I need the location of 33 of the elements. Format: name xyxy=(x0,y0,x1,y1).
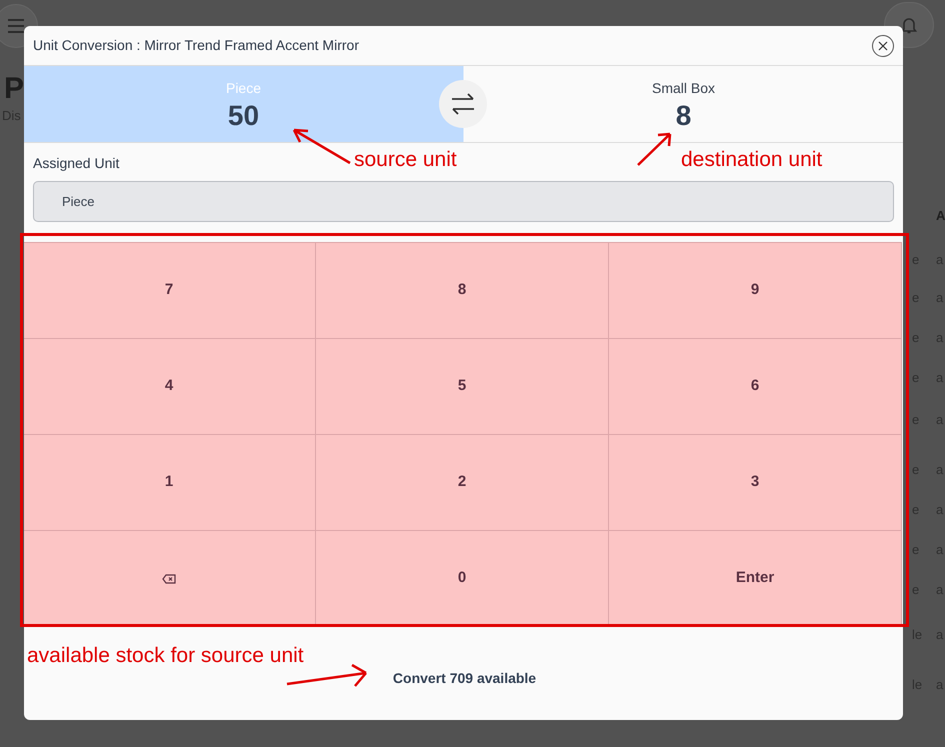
digit-key[interactable]: 8 xyxy=(316,243,609,339)
annotation-label: source unit xyxy=(354,147,457,173)
dialog-title: Unit Conversion : Mirror Trend Framed Accent Mirror xyxy=(33,36,359,55)
digit-key[interactable]: 7 xyxy=(24,243,316,339)
annotation-label: available stock for source unit xyxy=(27,643,304,669)
backspace-icon xyxy=(162,574,176,584)
unit-name: Piece xyxy=(226,79,262,98)
menu-icon xyxy=(7,19,25,33)
annotation-arrow xyxy=(636,131,674,167)
unit-panel[interactable]: Piece 50 xyxy=(24,66,439,142)
digit-key[interactable]: 5 xyxy=(316,339,609,435)
swap-icon xyxy=(450,93,476,115)
digit-key[interactable]: 0 xyxy=(316,531,609,627)
available-stock: Convert 709 available xyxy=(392,669,536,688)
digit-key[interactable]: 9 xyxy=(609,243,902,339)
unit-value: 8 xyxy=(676,99,692,133)
enter-key[interactable]: Enter xyxy=(609,531,902,627)
bell-icon xyxy=(901,16,917,34)
backspace-key[interactable] xyxy=(24,531,316,627)
close-icon xyxy=(878,40,888,50)
digit-key[interactable]: 3 xyxy=(609,435,902,531)
unit-value: 50 xyxy=(228,99,260,133)
annotation-label: destination unit xyxy=(681,147,822,173)
digit-key[interactable]: 6 xyxy=(609,339,902,435)
annotation-arrow xyxy=(290,127,352,165)
swap-button[interactable] xyxy=(439,80,487,128)
field-label: Assigned Unit xyxy=(33,154,120,173)
digit-key[interactable]: 2 xyxy=(316,435,609,531)
assigned-unit-field[interactable]: Piece xyxy=(33,181,894,222)
digit-key[interactable]: 4 xyxy=(24,339,316,435)
unit-name: Small Box xyxy=(652,79,716,98)
digit-key[interactable]: 1 xyxy=(24,435,316,531)
close-button[interactable] xyxy=(872,34,894,56)
